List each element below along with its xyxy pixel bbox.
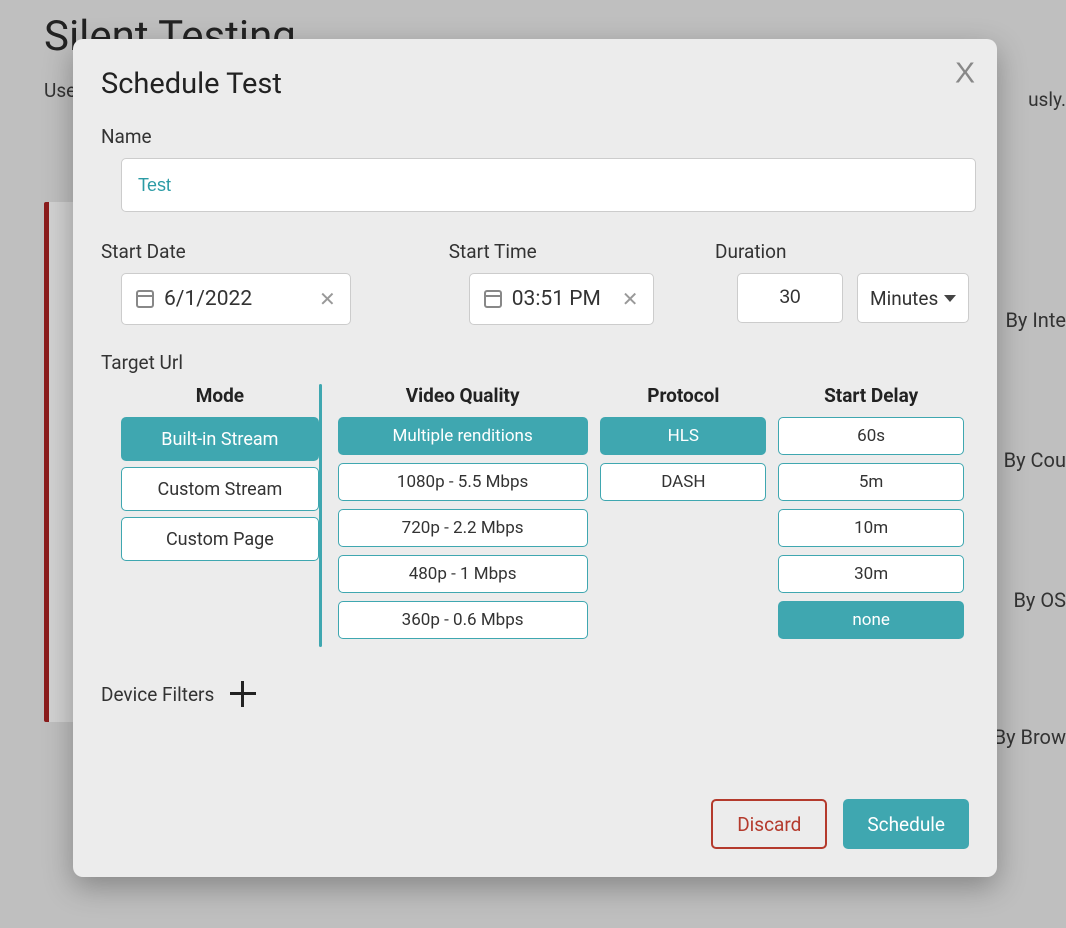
duration-unit-select[interactable]: Minutes [857, 273, 969, 323]
schedule-test-modal: X Schedule Test Name Start Date 6/1/2022… [73, 39, 997, 877]
vq-option-multiple[interactable]: Multiple renditions [338, 417, 588, 455]
close-icon[interactable]: X [955, 58, 975, 90]
protocol-header: Protocol [647, 384, 719, 407]
start-date-value: 6/1/2022 [164, 287, 309, 311]
delay-option-5m[interactable]: 5m [778, 463, 964, 501]
start-time-value: 03:51 PM [512, 287, 612, 311]
mode-option-custom-page[interactable]: Custom Page [121, 517, 319, 561]
discard-button[interactable]: Discard [711, 799, 827, 849]
delay-option-none[interactable]: none [778, 601, 964, 639]
vq-option-480p[interactable]: 480p - 1 Mbps [338, 555, 588, 593]
clear-date-icon[interactable]: ✕ [319, 287, 336, 311]
mode-option-custom-stream[interactable]: Custom Stream [121, 467, 319, 511]
mode-header: Mode [196, 384, 244, 407]
start-date-label: Start Date [101, 240, 449, 263]
mode-column: Mode Built-in Stream Custom Stream Custo… [101, 384, 319, 647]
target-url-label: Target Url [101, 351, 969, 374]
calendar-icon [136, 290, 154, 308]
schedule-button[interactable]: Schedule [843, 799, 969, 849]
protocol-option-hls[interactable]: HLS [600, 417, 766, 455]
chevron-down-icon [944, 295, 956, 302]
modal-title: Schedule Test [101, 67, 969, 101]
name-label: Name [101, 125, 969, 148]
video-quality-column: Video Quality Multiple renditions 1080p … [332, 384, 594, 647]
duration-unit-value: Minutes [870, 287, 938, 310]
start-delay-column: Start Delay 60s 5m 10m 30m none [773, 384, 969, 647]
delay-option-60s[interactable]: 60s [778, 417, 964, 455]
column-divider [319, 384, 322, 647]
calendar-icon [484, 290, 502, 308]
modal-overlay: X Schedule Test Name Start Date 6/1/2022… [0, 0, 1066, 928]
video-quality-header: Video Quality [406, 384, 520, 407]
add-filter-icon[interactable] [230, 681, 256, 707]
mode-option-builtin[interactable]: Built-in Stream [121, 417, 319, 461]
protocol-option-dash[interactable]: DASH [600, 463, 766, 501]
start-time-label: Start Time [449, 240, 715, 263]
start-delay-header: Start Delay [824, 384, 918, 407]
delay-option-30m[interactable]: 30m [778, 555, 964, 593]
vq-option-360p[interactable]: 360p - 0.6 Mbps [338, 601, 588, 639]
delay-option-10m[interactable]: 10m [778, 509, 964, 547]
protocol-column: Protocol HLS DASH [593, 384, 773, 647]
vq-option-1080p[interactable]: 1080p - 5.5 Mbps [338, 463, 588, 501]
start-time-picker[interactable]: 03:51 PM ✕ [469, 273, 654, 325]
duration-label: Duration [715, 240, 969, 263]
vq-option-720p[interactable]: 720p - 2.2 Mbps [338, 509, 588, 547]
clear-time-icon[interactable]: ✕ [622, 287, 639, 311]
name-input[interactable] [121, 158, 976, 212]
start-date-picker[interactable]: 6/1/2022 ✕ [121, 273, 351, 325]
duration-input[interactable] [737, 273, 843, 323]
device-filters-label: Device Filters [101, 683, 214, 706]
